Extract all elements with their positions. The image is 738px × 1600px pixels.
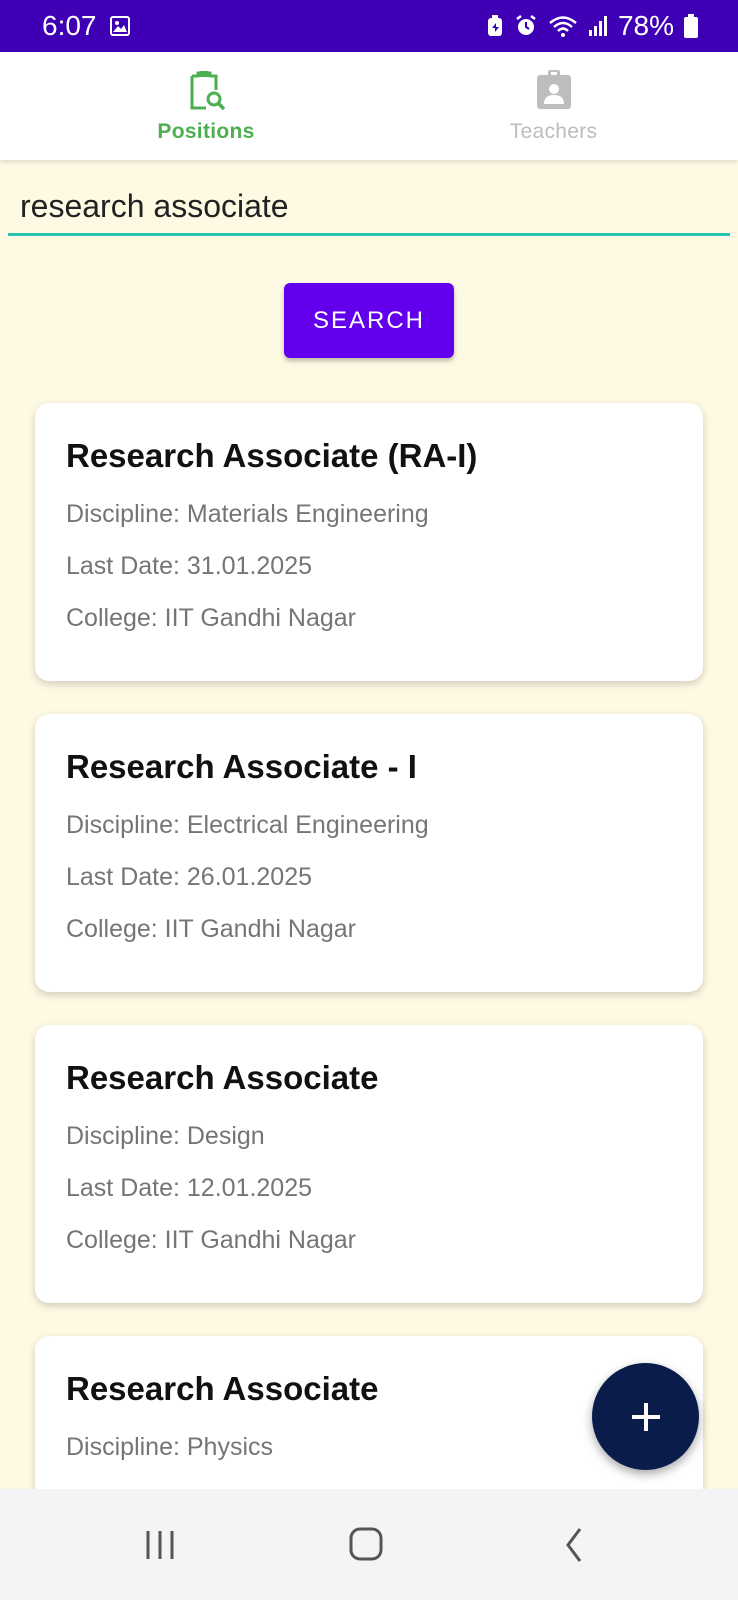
- status-time: 6:07: [42, 10, 97, 41]
- position-college: College: IIT Gandhi Nagar: [66, 604, 356, 632]
- home-icon: [349, 1527, 383, 1561]
- position-title: Research Associate - I: [66, 748, 417, 785]
- position-discipline: Discipline: Electrical Engineering: [66, 811, 429, 839]
- tab-bar: Positions Teachers: [0, 52, 738, 160]
- position-title: Research Associate: [66, 1059, 379, 1096]
- position-card[interactable]: Research Associate - I Discipline: Elect…: [35, 714, 703, 992]
- signal-icon: [588, 16, 607, 36]
- clipboard-search-icon: [190, 71, 226, 111]
- position-college: College: IIT Gandhi Nagar: [66, 1226, 356, 1254]
- home-button[interactable]: [336, 1517, 396, 1573]
- position-title: Research Associate: [66, 1370, 379, 1407]
- add-position-button[interactable]: [592, 1363, 699, 1470]
- position-title: Research Associate (RA-I): [66, 437, 478, 474]
- tab-positions[interactable]: Positions: [30, 52, 382, 160]
- alarm-icon: [516, 15, 536, 35]
- position-last-date: Last Date: 12.01.2025: [66, 1174, 313, 1202]
- tab-teachers[interactable]: Teachers: [369, 52, 738, 160]
- battery-icon: [684, 14, 698, 38]
- contact-badge-icon: [536, 70, 571, 109]
- position-last-date: Last Date: 31.01.2025: [66, 552, 313, 580]
- position-discipline: Discipline: Physics: [66, 1433, 274, 1461]
- position-card[interactable]: Research Associate (RA-I) Discipline: Ma…: [35, 403, 703, 681]
- position-last-date: Last Date: 26.01.2025: [66, 863, 313, 891]
- system-nav-bar: [0, 1489, 738, 1600]
- battery-percent: 78%: [617, 10, 674, 41]
- positions-list: Research Associate (RA-I) Discipline: Ma…: [0, 380, 738, 1489]
- position-discipline: Discipline: Materials Engineering: [66, 500, 429, 528]
- position-card[interactable]: Research Associate Discipline: Design La…: [35, 1025, 703, 1303]
- recent-apps-button[interactable]: [130, 1517, 190, 1573]
- image-notification-icon: [110, 16, 130, 36]
- wifi-icon: [549, 16, 577, 37]
- search-field-container: [8, 180, 730, 240]
- position-college: College: IIT Gandhi Nagar: [66, 915, 356, 943]
- back-icon: [566, 1528, 582, 1562]
- search-button[interactable]: SEARCH: [284, 283, 454, 358]
- plus-icon: [631, 1402, 660, 1431]
- search-input[interactable]: [8, 180, 730, 236]
- status-bar: 6:07 78%: [0, 0, 738, 52]
- back-button[interactable]: [544, 1517, 604, 1573]
- tab-positions-label: Positions: [157, 120, 255, 143]
- recent-apps-icon: [146, 1531, 174, 1559]
- battery-saver-icon: [487, 15, 502, 36]
- tab-teachers-label: Teachers: [509, 120, 598, 143]
- position-discipline: Discipline: Design: [66, 1122, 265, 1150]
